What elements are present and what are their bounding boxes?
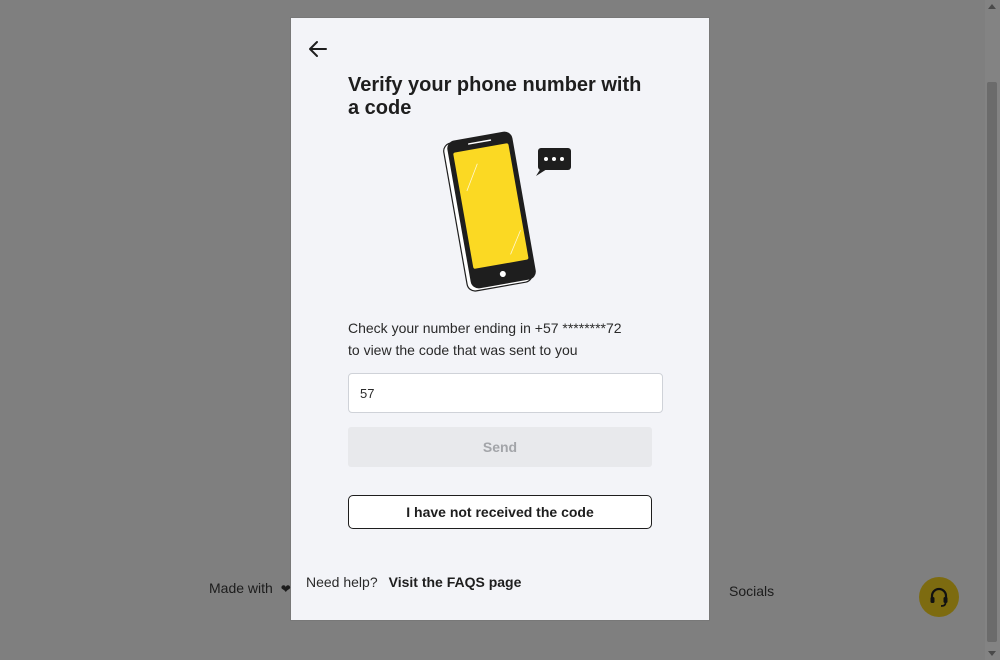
verify-phone-modal: Verify your phone number with a code Che… [291,18,709,620]
scroll-down-arrow-icon[interactable] [988,651,996,656]
not-received-code-button[interactable]: I have not received the code [348,495,652,529]
phone-message-illustration [443,131,571,292]
arrow-left-icon[interactable] [307,38,329,60]
support-chat-button[interactable] [919,577,959,617]
description-line-1: Check your number ending in +57 ********… [348,320,622,336]
footer-socials: Socials [729,583,775,599]
help-row: Need help? Visit the FAQS page [306,574,521,590]
verification-code-input[interactable] [348,373,663,413]
headset-icon [930,587,948,607]
footer-made-with: Made with ❤ [209,580,291,596]
description-line-2: to view the code that was sent to you [348,342,578,358]
send-button[interactable]: Send [348,427,652,467]
help-text: Need help? [306,574,378,590]
faq-link[interactable]: Visit the FAQS page [389,574,522,590]
page-scrollbar[interactable] [985,0,1000,660]
modal-title: Verify your phone number with a code [348,74,642,119]
scrollbar-thumb[interactable] [987,82,997,642]
scroll-up-arrow-icon[interactable] [988,4,996,9]
verification-description: Check your number ending in +57 ********… [348,317,668,361]
made-with-text: Made with [209,580,273,596]
heart-icon: ❤ [280,582,291,596]
